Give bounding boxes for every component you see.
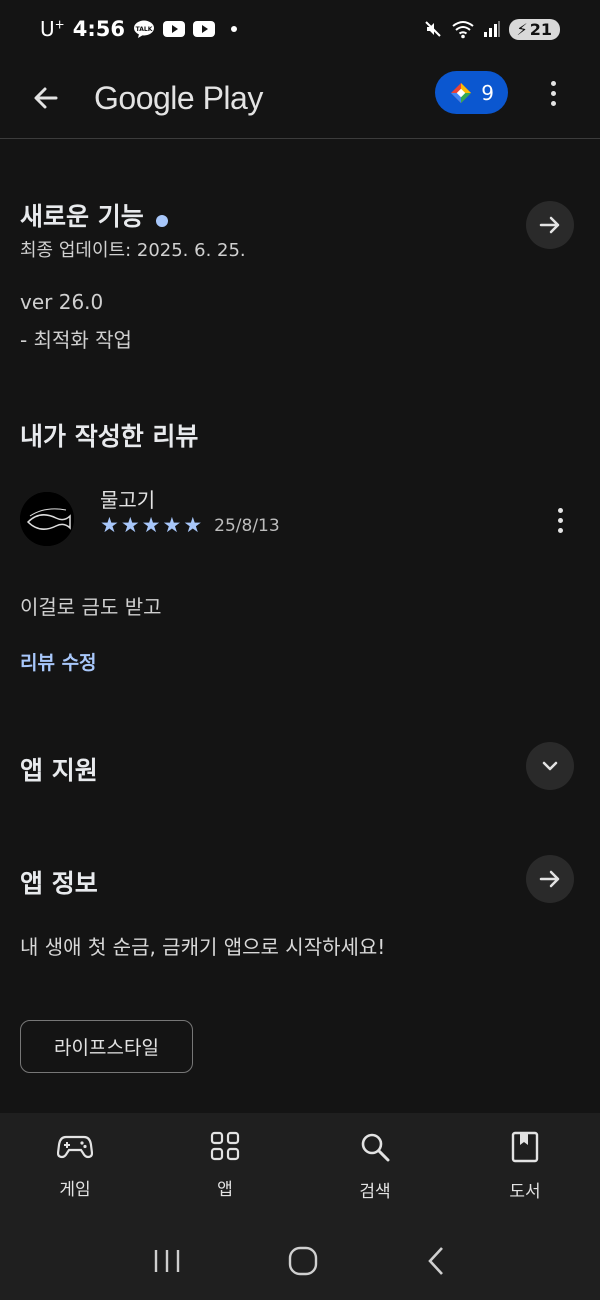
apps-grid-icon — [210, 1131, 240, 1161]
whats-new-title: 새로운 기능 — [20, 202, 144, 231]
star-icon: ★ — [162, 513, 182, 537]
battery-level: 21 — [529, 19, 552, 39]
star-icon: ★ — [100, 513, 119, 537]
review-more-options-button[interactable] — [556, 505, 564, 535]
charging-icon: ⚡ — [516, 19, 528, 39]
star-icon: ★ — [183, 513, 203, 537]
last-updated-text: 최종 업데이트: 2025. 6. 25. — [20, 240, 246, 261]
search-icon — [361, 1133, 390, 1162]
svg-text:TALK: TALK — [136, 26, 153, 33]
system-back-button[interactable] — [425, 1246, 447, 1280]
category-chip[interactable]: 라이프스타일 — [20, 1020, 193, 1073]
play-points-button[interactable]: 9 — [435, 71, 508, 114]
arrow-forward-icon — [539, 870, 560, 888]
carrier-label: U+ — [40, 17, 65, 41]
recent-apps-icon — [155, 1249, 180, 1272]
fish-avatar-icon — [20, 492, 74, 546]
edit-review-link[interactable]: 리뷰 수정 — [20, 648, 97, 675]
whats-new-arrow-button[interactable] — [526, 201, 574, 249]
app-support-title: 앱 지원 — [20, 756, 98, 785]
review-meta: ★ ★ ★ ★ ★ 25/8/13 — [100, 515, 280, 536]
app-bar: Google Play 9 — [0, 58, 600, 138]
reviewer-name: 물고기 — [100, 488, 156, 512]
mute-icon — [423, 19, 443, 39]
nav-item-games[interactable]: 게임 — [0, 1113, 150, 1225]
home-icon — [288, 1246, 318, 1275]
status-right: ⚡ 21 — [423, 18, 560, 40]
avatar — [20, 492, 74, 546]
signal-icon — [483, 20, 501, 38]
bottom-navigation: 게임 앱 검색 도서 — [0, 1113, 600, 1225]
arrow-forward-icon — [539, 216, 560, 234]
app-info-arrow-button[interactable] — [526, 855, 574, 903]
new-indicator-dot — [155, 214, 168, 227]
chevron-left-icon — [427, 1246, 443, 1275]
status-left: U+ 4:56 TALK — [40, 17, 237, 41]
nav-item-search[interactable]: 검색 — [300, 1113, 450, 1225]
play-points-diamond-icon — [451, 82, 471, 103]
app-info-title: 앱 정보 — [20, 869, 98, 898]
gamepad-icon — [57, 1135, 93, 1159]
review-date: 25/8/13 — [214, 515, 280, 536]
star-rating: ★ ★ ★ ★ ★ — [100, 515, 202, 536]
recent-apps-button[interactable] — [153, 1248, 181, 1278]
kakaotalk-icon: TALK — [133, 20, 155, 38]
book-icon — [511, 1131, 539, 1163]
nav-item-apps[interactable]: 앱 — [150, 1113, 300, 1225]
page-title: Google Play — [94, 79, 263, 116]
wifi-icon — [451, 19, 475, 39]
battery-indicator: ⚡ 21 — [508, 18, 560, 40]
system-navigation-bar — [0, 1225, 600, 1300]
more-notifications-dot-icon — [230, 26, 237, 32]
app-support-expand-button[interactable] — [526, 742, 574, 790]
youtube-icon — [192, 21, 215, 37]
nav-label-games: 게임 — [59, 1180, 91, 1200]
points-count: 9 — [481, 80, 494, 105]
status-bar: U+ 4:56 TALK ⚡ 21 — [0, 0, 600, 58]
star-icon: ★ — [120, 513, 140, 537]
my-review-title: 내가 작성한 리뷰 — [20, 422, 199, 451]
nav-label-search: 검색 — [359, 1182, 391, 1202]
star-icon: ★ — [141, 513, 161, 537]
back-button[interactable] — [24, 76, 68, 120]
release-notes-text: - 최적화 작업 — [20, 328, 132, 352]
nav-item-books[interactable]: 도서 — [450, 1113, 600, 1225]
app-description: 내 생애 첫 순금, 금캐기 앱으로 시작하세요! — [20, 935, 386, 959]
version-text: ver 26.0 — [20, 290, 104, 314]
status-time: 4:56 — [72, 17, 125, 41]
chevron-down-icon — [542, 761, 558, 771]
more-options-button[interactable] — [540, 72, 566, 114]
nav-label-books: 도서 — [509, 1182, 541, 1202]
youtube-icon — [162, 21, 185, 37]
header-divider — [0, 138, 600, 139]
review-body: 이걸로 금도 받고 — [20, 595, 162, 619]
home-button[interactable] — [288, 1246, 318, 1280]
whats-new-header[interactable]: 새로운 기능 — [20, 197, 168, 233]
arrow-back-icon — [34, 87, 58, 109]
nav-label-apps: 앱 — [217, 1180, 233, 1200]
